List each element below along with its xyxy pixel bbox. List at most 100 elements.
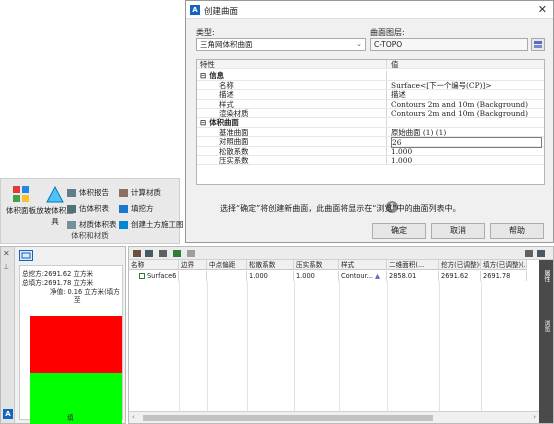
property-name-text: 名称 — [219, 80, 234, 90]
close-icon[interactable]: ✕ — [3, 249, 10, 258]
layer-picker-button[interactable] — [531, 38, 545, 51]
property-row[interactable]: 压实系数 1.000 — [197, 156, 544, 166]
column-header[interactable]: 挖方(已调整)(... — [439, 260, 481, 270]
type-label: 类型: — [196, 28, 215, 37]
close-icon[interactable]: ✕ — [538, 3, 547, 16]
property-name-text: 体积曲面 — [209, 118, 239, 128]
grid-icon — [21, 252, 31, 259]
edit-icon[interactable] — [145, 250, 153, 257]
property-value: 1.000 — [391, 146, 413, 156]
volume-report-label: 体积报告 — [79, 188, 109, 197]
property-row[interactable]: 基准曲面 原始曲面 (1) (1) — [197, 127, 544, 138]
layers-icon — [534, 41, 542, 48]
volume-table-icon — [67, 205, 76, 213]
table-cell[interactable]: 1.000 — [247, 271, 294, 281]
volume-panel-icon — [12, 185, 30, 203]
table-cell[interactable]: 2691.78 — [481, 271, 527, 281]
property-name-text: 对照曲面 — [219, 137, 249, 147]
net-volume-text-suffix: 至 — [74, 296, 81, 304]
table-cell[interactable]: 1.000 — [294, 271, 339, 281]
surface-name: Surface6 — [147, 272, 177, 280]
surface-layer-value: C-TOPO — [374, 40, 403, 49]
property-grid: 特性值 ⊟ 信息 名称 Surface<[下一个编号(CP)]> 描述 描述 样式 Contou… — [196, 59, 545, 185]
chart-bottom-label: 填 — [67, 414, 74, 422]
help-button[interactable]: 帮助 — [490, 223, 544, 239]
volume-chart: 总挖方:2691.62 立方米 总填方:2691.78 立方米 净值: 0.16… — [19, 265, 123, 424]
cut-fill-button[interactable]: 填挖方 — [119, 203, 154, 214]
dialog-title: 创建曲面 — [204, 7, 239, 17]
column-divider — [207, 281, 208, 411]
material-table-label: 材质体积表 — [79, 220, 117, 229]
scrollbar-thumb[interactable] — [143, 415, 433, 421]
app-logo-icon: A — [3, 409, 13, 419]
column-header[interactable]: 压实系数 — [294, 260, 339, 270]
refresh-icon[interactable] — [173, 250, 181, 257]
cancel-button[interactable]: 取消 — [431, 223, 485, 239]
material-table-icon — [67, 221, 76, 229]
property-row[interactable]: 名称 Surface<[下一个编号(CP)]> — [197, 80, 544, 91]
property-row[interactable]: 渲染材质 Contours 2m and 10m (Background) — [197, 109, 544, 119]
earthwork-drawing-icon — [119, 221, 128, 229]
side-tab-properties[interactable]: 属性 — [541, 270, 551, 282]
property-name: 样式 — [197, 99, 387, 109]
property-category[interactable]: ⊟ 信息 — [197, 71, 544, 81]
style-picker-icon[interactable]: ▲ — [375, 272, 380, 280]
panel-side-strip: ✕ ⊥ A — [1, 247, 15, 423]
column-header[interactable]: 二维面积(... — [387, 260, 439, 270]
table-toolbar — [129, 247, 553, 260]
table-cell[interactable] — [207, 271, 247, 281]
property-value: Surface<[下一个编号(CP)]> — [391, 80, 492, 90]
report-icon — [67, 189, 76, 197]
column-header[interactable]: 边界 — [179, 260, 207, 270]
ok-button[interactable]: 确定 — [372, 223, 426, 239]
column-divider — [439, 281, 440, 411]
value-column-header: 值 — [391, 60, 399, 69]
settings-icon[interactable] — [525, 250, 533, 257]
property-row[interactable]: 样式 Contours 2m and 10m (Background) — [197, 99, 544, 109]
dialog-titlebar[interactable]: A 创建曲面 ✕ — [186, 1, 553, 19]
volume-table-button[interactable]: 估体积表 — [67, 203, 109, 214]
column-divider — [294, 281, 295, 411]
column-header[interactable]: 填方(已调整)(... — [481, 260, 527, 270]
column-divider — [481, 281, 482, 411]
column-header[interactable]: 样式 — [339, 260, 387, 270]
checkbox-icon[interactable] — [139, 273, 145, 279]
column-header[interactable]: 中点偏距 — [207, 260, 247, 270]
column-header[interactable]: 松散系数 — [247, 260, 294, 270]
new-entry-icon[interactable] — [133, 250, 141, 257]
net-volume-text: 净值: 0.16 立方米(填方 — [50, 288, 120, 296]
app-logo-icon: A — [190, 5, 200, 15]
horizontal-scrollbar[interactable]: ‹ › — [129, 411, 539, 423]
property-column-header: 特性 — [197, 60, 387, 69]
column-header[interactable]: 名称 — [129, 260, 179, 270]
material-table-button[interactable]: 材质体积表 — [67, 219, 117, 230]
property-name-text: 压实系数 — [219, 156, 249, 165]
table-cell[interactable]: Surface6 — [129, 271, 179, 281]
side-tab-browse[interactable]: 浏览 — [541, 320, 551, 332]
surface-layer-field[interactable]: C-TOPO — [370, 38, 528, 51]
property-name: 松散系数 — [197, 146, 387, 156]
collapse-icon[interactable]: ⊟ — [200, 71, 206, 80]
compute-material-button[interactable]: 计算材质 — [119, 187, 161, 198]
property-value: 1.000 — [391, 156, 413, 165]
collapse-icon[interactable]: ⊟ — [200, 118, 206, 127]
panel-tab[interactable] — [19, 250, 33, 261]
chevron-right-icon[interactable]: › — [533, 413, 536, 421]
property-category[interactable]: ⊟ 体积曲面 — [197, 118, 544, 128]
pin-icon[interactable]: ⊥ — [3, 263, 9, 271]
type-select[interactable]: 三角网体积曲面 ⌄ — [196, 38, 366, 51]
chevron-left-icon[interactable]: ‹ — [132, 413, 135, 421]
table-cell[interactable]: 2858.01 — [387, 271, 439, 281]
property-row[interactable]: 松散系数 1.000 — [197, 146, 544, 156]
volume-report-button[interactable]: 体积报告 — [67, 187, 109, 198]
table-cell[interactable]: Contour... ▲ — [339, 271, 387, 281]
export-icon[interactable] — [187, 250, 195, 257]
earthwork-drawing-button[interactable]: 创建土方施工图 — [119, 219, 184, 230]
chevron-down-icon: ⌄ — [356, 40, 362, 48]
delete-icon[interactable] — [159, 250, 167, 257]
help-icon[interactable] — [537, 250, 545, 257]
property-row[interactable]: 描述 描述 — [197, 90, 544, 100]
table-cell[interactable] — [179, 271, 207, 281]
property-row[interactable]: 对照曲面 26 — [197, 137, 544, 149]
table-cell[interactable]: 2691.62 — [439, 271, 481, 281]
